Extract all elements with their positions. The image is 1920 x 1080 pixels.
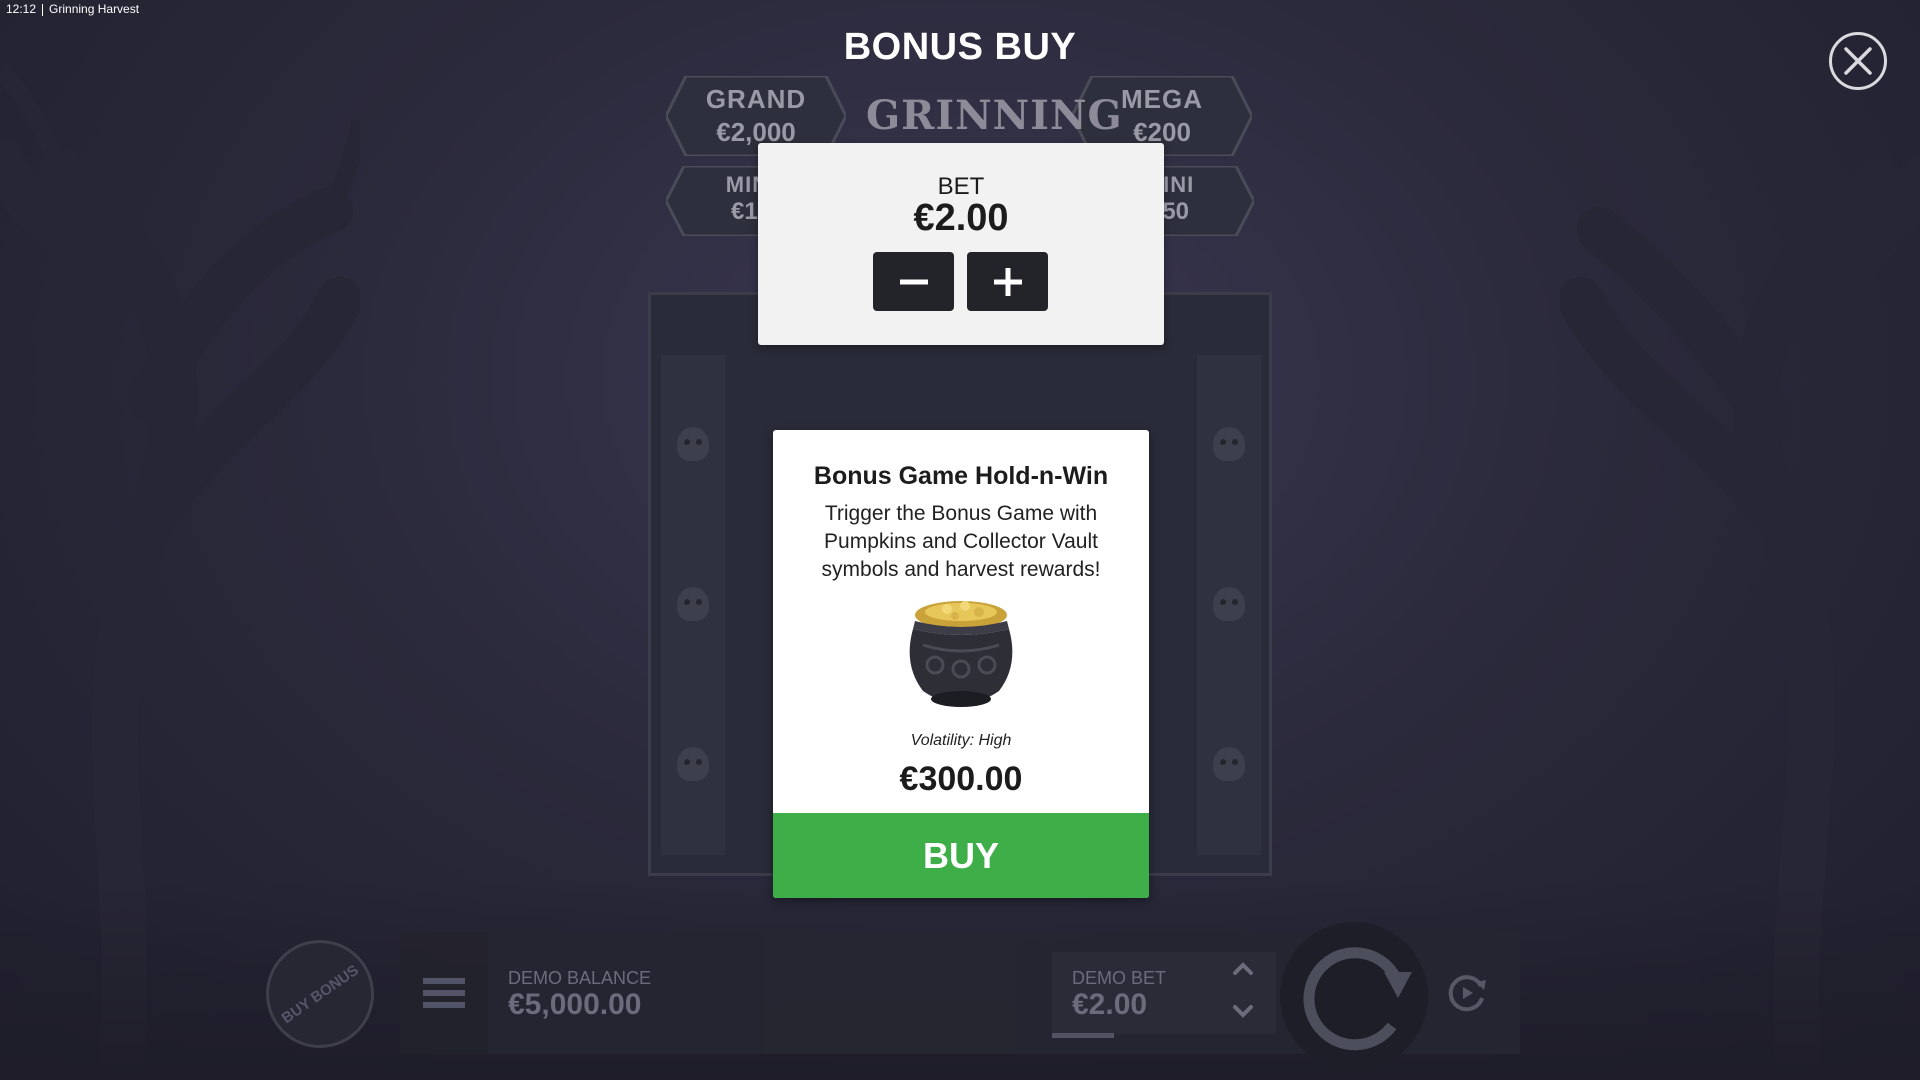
bet-panel: BET €2.00 — [758, 143, 1164, 345]
spin-icon — [1303, 947, 1412, 1051]
chevron-down-icon[interactable] — [1232, 1000, 1254, 1022]
clock: 12:12 — [6, 2, 37, 16]
close-icon — [1844, 47, 1872, 75]
spin-button[interactable] — [1280, 922, 1428, 1070]
game-logo: GRINNING — [866, 92, 1123, 139]
increase-bet-button[interactable] — [967, 252, 1048, 311]
balance-value: €5,000.00 — [508, 988, 642, 1021]
bet-level-indicator — [1052, 1033, 1114, 1038]
bet-value: €2.00 — [913, 197, 1009, 239]
skull-icon — [1213, 587, 1245, 621]
demo-bet-label: DEMO BET — [1072, 968, 1167, 988]
chevron-up-icon[interactable] — [1232, 958, 1254, 980]
separator — [42, 4, 44, 16]
reel-pillar-right — [1197, 355, 1261, 855]
decrease-bet-button[interactable] — [873, 252, 954, 311]
balance-label: DEMO BALANCE — [508, 968, 652, 988]
bonus-offer-card: Bonus Game Hold-n-Win Trigger the Bonus … — [773, 430, 1149, 898]
skull-icon — [677, 747, 709, 781]
page-title: BONUS BUY — [843, 26, 1077, 68]
bet-arrows — [1210, 952, 1276, 1034]
skull-icon — [677, 427, 709, 461]
demo-bet-value: €2.00 — [1072, 988, 1148, 1021]
app-name: Grinning Harvest — [49, 2, 140, 16]
minus-icon — [899, 279, 928, 284]
skull-icon — [1213, 747, 1245, 781]
bonus-price: €300.00 — [899, 760, 1023, 798]
menu-button[interactable] — [400, 932, 488, 1054]
bonus-title: Bonus Game Hold-n-Win — [813, 462, 1109, 490]
menu-icon — [423, 972, 465, 1014]
buy-button[interactable]: BUY — [773, 813, 1149, 898]
demo-bet-selector[interactable]: DEMO BET €2.00 — [1052, 952, 1212, 1038]
bonus-description: Trigger the Bonus Game with Pumpkins and… — [821, 502, 1101, 581]
control-bar: DEMO BALANCE €5,000.00 DEMO BET €2.00 — [400, 922, 1520, 1070]
autoplay-icon[interactable] — [1440, 966, 1494, 1020]
skull-icon — [1213, 427, 1245, 461]
plus-icon — [993, 267, 1022, 296]
cauldron-icon — [909, 601, 1013, 707]
reel-pillar-left — [661, 355, 725, 855]
volatility-label: Volatility: High — [910, 732, 1012, 749]
close-button[interactable] — [1829, 32, 1887, 90]
status-bar: 12:12 Grinning Harvest — [6, 2, 139, 16]
skull-icon — [677, 587, 709, 621]
